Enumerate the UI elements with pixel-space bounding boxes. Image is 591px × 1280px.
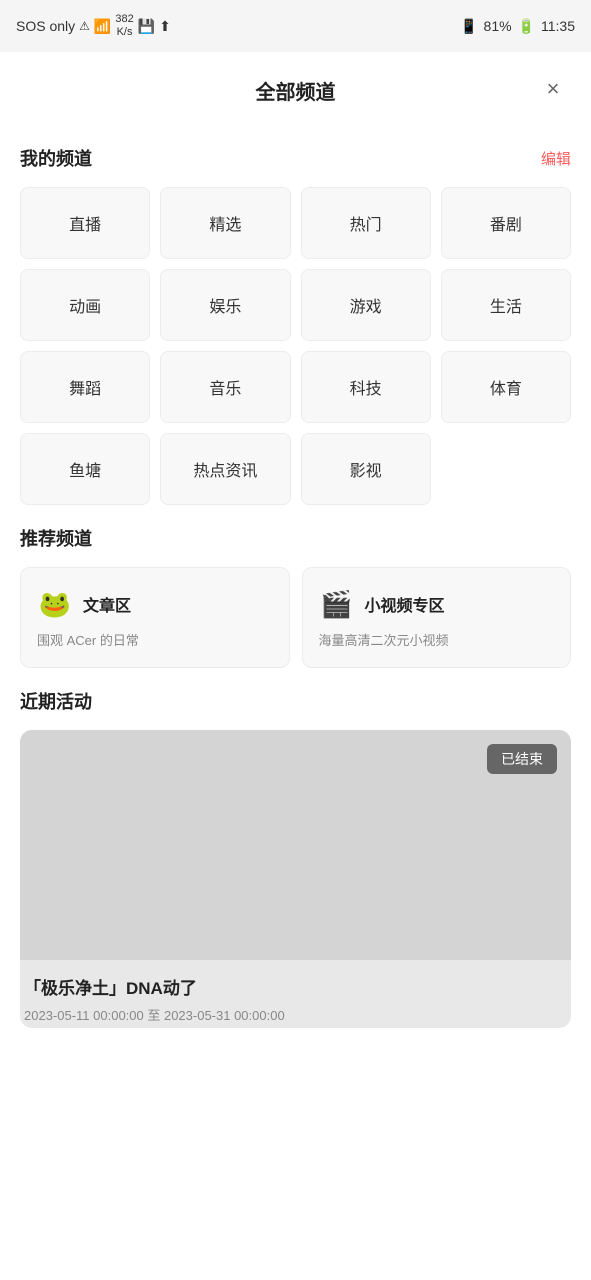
speed-text: 382K/s xyxy=(115,13,133,39)
channel-item[interactable]: 舞蹈 xyxy=(20,351,150,423)
recommended-card-header: 🐸 文章区 xyxy=(37,586,273,622)
activity-section-header: 近期活动 xyxy=(20,688,571,714)
device-icon: 📱 xyxy=(460,18,477,35)
activity-badge: 已结束 xyxy=(487,744,557,774)
battery-icon: 🔋 xyxy=(518,18,535,35)
status-right: 📱 81% 🔋 11:35 xyxy=(460,18,575,35)
activity-date: 2023-05-11 00:00:00 至 2023-05-31 00:00:0… xyxy=(24,1005,567,1024)
channel-item[interactable]: 游戏 xyxy=(301,269,431,341)
recommended-card[interactable]: 🐸 文章区围观 ACer 的日常 xyxy=(20,567,290,668)
status-left: SOS only ⚠ 📶 382K/s 💾 ⬆ xyxy=(16,13,171,39)
activity-card[interactable]: 已结束「极乐净土」DNA动了 2023-05-11 00:00:00 至 2023… xyxy=(20,730,571,1028)
recommended-icon: 🎬 xyxy=(319,586,355,622)
recommended-grid: 🐸 文章区围观 ACer 的日常 🎬 小视频专区海量高清二次元小视频 xyxy=(20,567,571,668)
sos-text: SOS only xyxy=(16,18,75,34)
channel-item[interactable]: 直播 xyxy=(20,187,150,259)
recommended-card[interactable]: 🎬 小视频专区海量高清二次元小视频 xyxy=(302,567,572,668)
channel-item[interactable]: 科技 xyxy=(301,351,431,423)
clock-time: 11:35 xyxy=(541,18,575,34)
channel-item[interactable]: 热门 xyxy=(301,187,431,259)
warning-icon: ⚠ xyxy=(79,19,90,33)
channel-item[interactable]: 鱼塘 xyxy=(20,433,150,505)
channel-item[interactable]: 体育 xyxy=(441,351,571,423)
channel-item[interactable]: 生活 xyxy=(441,269,571,341)
channel-grid: 直播精选热门番剧动画娱乐游戏生活舞蹈音乐科技体育鱼塘热点资讯影视 xyxy=(20,187,571,505)
close-button[interactable]: × xyxy=(535,71,571,107)
recommended-card-header: 🎬 小视频专区 xyxy=(319,586,555,622)
recommended-section-header: 推荐频道 xyxy=(20,525,571,551)
recommended-title: 推荐频道 xyxy=(20,525,92,551)
channel-item[interactable]: 音乐 xyxy=(160,351,290,423)
recommended-channel-title: 文章区 xyxy=(83,592,131,616)
my-channels-title: 我的频道 xyxy=(20,145,92,171)
my-channels-section-header: 我的频道 编辑 xyxy=(20,145,571,171)
recommended-icon: 🐸 xyxy=(37,586,73,622)
status-bar: SOS only ⚠ 📶 382K/s 💾 ⬆ 📱 81% 🔋 11:35 xyxy=(0,0,591,52)
main-content: 全部频道 × 我的频道 编辑 直播精选热门番剧动画娱乐游戏生活舞蹈音乐科技体育鱼… xyxy=(0,52,591,1280)
recommended-channel-desc: 围观 ACer 的日常 xyxy=(37,630,273,649)
channel-item[interactable]: 动画 xyxy=(20,269,150,341)
upload-icon: ⬆ xyxy=(159,18,171,35)
channel-item[interactable]: 精选 xyxy=(160,187,290,259)
activity-list: 已结束「极乐净土」DNA动了 2023-05-11 00:00:00 至 2023… xyxy=(20,730,571,1028)
channel-item[interactable]: 热点资讯 xyxy=(160,433,290,505)
page-title: 全部频道 xyxy=(256,76,336,105)
activity-info: 「极乐净土」DNA动了 2023-05-11 00:00:00 至 2023-05… xyxy=(20,960,571,1028)
battery-percent: 81% xyxy=(484,18,512,34)
recommended-channel-title: 小视频专区 xyxy=(365,592,445,616)
wifi-icon: 📶 xyxy=(94,18,111,35)
storage-icon: 💾 xyxy=(138,18,155,35)
channel-item[interactable]: 娱乐 xyxy=(160,269,290,341)
activity-event-title: 「极乐净土」DNA动了 xyxy=(24,974,567,999)
page-header: 全部频道 × xyxy=(20,52,571,125)
activity-title: 近期活动 xyxy=(20,688,92,714)
edit-button[interactable]: 编辑 xyxy=(541,148,571,169)
recent-activities-section: 近期活动 已结束「极乐净土」DNA动了 2023-05-11 00:00:00 至… xyxy=(20,688,571,1028)
recommended-channel-desc: 海量高清二次元小视频 xyxy=(319,630,555,649)
channel-item[interactable]: 影视 xyxy=(301,433,431,505)
channel-item[interactable]: 番剧 xyxy=(441,187,571,259)
